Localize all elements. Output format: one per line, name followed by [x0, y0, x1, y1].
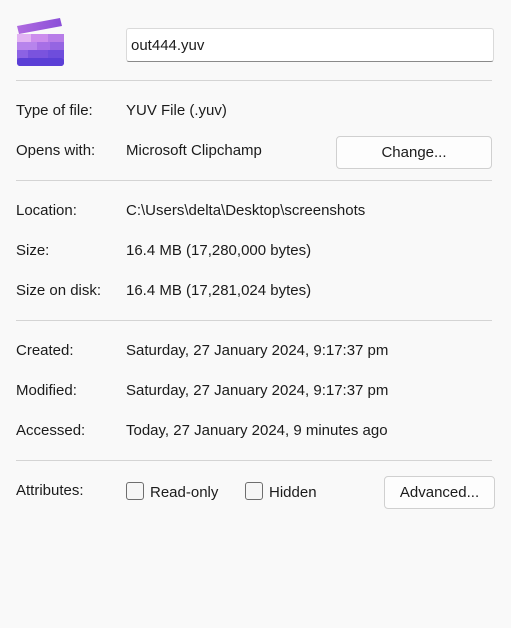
read-only-checkbox[interactable]: [126, 482, 144, 500]
accessed-value: Today, 27 January 2024, 9 minutes ago: [126, 422, 388, 439]
clipchamp-clapperboard-icon: [16, 18, 64, 66]
hidden-checkbox[interactable]: [245, 482, 263, 500]
size-on-disk-label: Size on disk:: [16, 282, 102, 299]
change-button[interactable]: Change...: [336, 136, 492, 169]
separator: [16, 80, 492, 81]
separator: [16, 320, 492, 321]
location-value: C:\Users\delta\Desktop\screenshots: [126, 202, 366, 219]
created-value: Saturday, 27 January 2024, 9:17:37 pm: [126, 342, 389, 359]
opens-with-label: Opens with:: [16, 142, 96, 159]
type-of-file-value: YUV File (.yuv): [126, 102, 227, 119]
accessed-label: Accessed:: [16, 422, 86, 439]
attributes-label: Attributes:: [16, 482, 84, 499]
modified-value: Saturday, 27 January 2024, 9:17:37 pm: [126, 382, 389, 399]
size-value: 16.4 MB (17,280,000 bytes): [126, 242, 312, 259]
separator: [16, 460, 492, 461]
hidden-label[interactable]: Hidden: [269, 484, 317, 501]
size-on-disk-value: 16.4 MB (17,281,024 bytes): [126, 282, 312, 299]
separator: [16, 180, 492, 181]
read-only-label[interactable]: Read-only: [150, 484, 218, 501]
modified-label: Modified:: [16, 382, 77, 399]
type-of-file-label: Type of file:: [16, 102, 93, 119]
size-label: Size:: [16, 242, 50, 259]
file-name-input[interactable]: [126, 28, 494, 62]
opens-with-value: Microsoft Clipchamp: [126, 142, 262, 159]
location-label: Location:: [16, 202, 77, 219]
advanced-button[interactable]: Advanced...: [384, 476, 495, 509]
created-label: Created:: [16, 342, 74, 359]
